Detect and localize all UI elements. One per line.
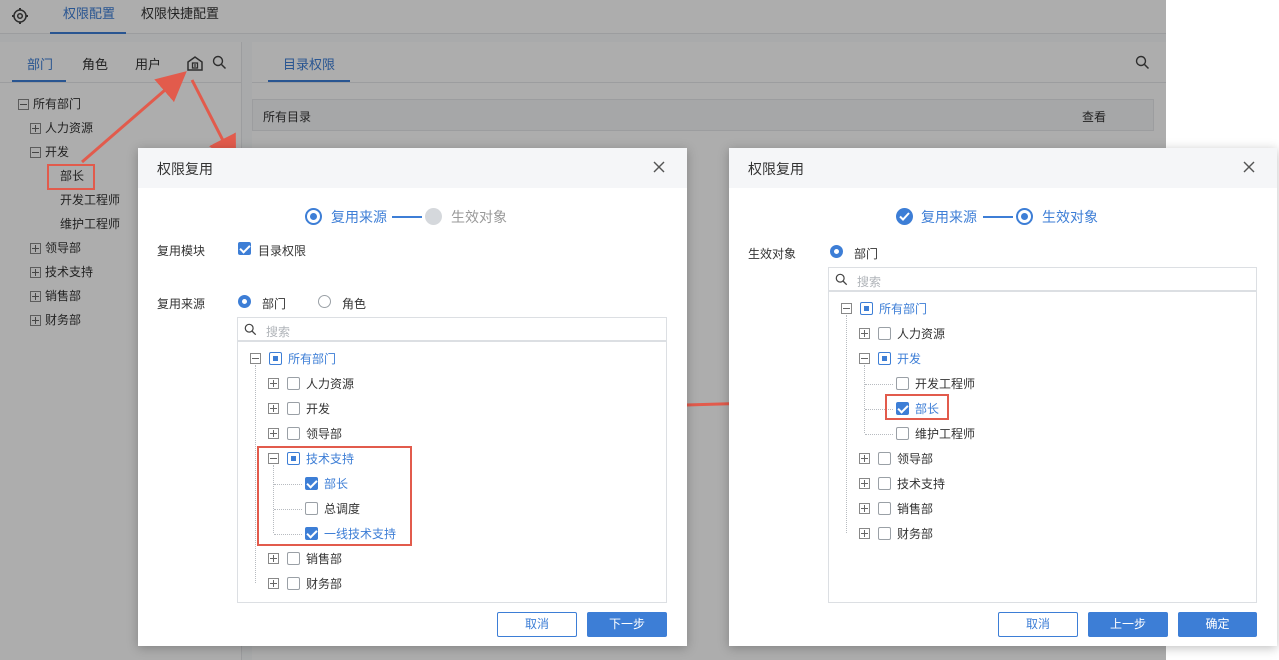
tree-checkbox[interactable] <box>287 427 300 440</box>
radio-department[interactable] <box>238 295 251 308</box>
tree-item-label[interactable]: 开发 <box>306 399 330 419</box>
confirm-button[interactable]: 确定 <box>1178 612 1257 637</box>
step-target-dot <box>425 208 442 225</box>
step-source-dot <box>305 208 322 225</box>
search-icon <box>244 323 257 336</box>
tree-item-label[interactable]: 人力资源 <box>897 324 945 344</box>
expand-icon[interactable] <box>859 328 870 339</box>
expand-icon[interactable] <box>268 403 279 414</box>
tree-item-label[interactable]: 财务部 <box>897 524 933 544</box>
expand-icon[interactable] <box>268 378 279 389</box>
step-connector <box>983 216 1013 218</box>
dialog-header: 权限复用 <box>729 148 1277 188</box>
expand-icon[interactable] <box>859 453 870 464</box>
close-icon[interactable] <box>1242 160 1256 174</box>
tree-guide <box>865 384 893 385</box>
next-step-button[interactable]: 下一步 <box>587 612 667 637</box>
tree-item-label[interactable]: 开发工程师 <box>915 374 975 394</box>
tree-checkbox[interactable] <box>287 577 300 590</box>
tree-root-label[interactable]: 所有部门 <box>879 299 927 319</box>
tree-checkbox[interactable] <box>287 402 300 415</box>
tree-guide <box>255 365 256 583</box>
dialog-title: 权限复用 <box>157 162 213 178</box>
check-icon <box>899 212 910 221</box>
tree-checkbox[interactable] <box>878 352 891 365</box>
radio-department-label: 部门 <box>262 297 287 311</box>
expand-icon[interactable] <box>268 578 279 589</box>
search-placeholder: 搜索 <box>857 275 882 289</box>
dialog-title: 权限复用 <box>748 162 804 178</box>
target-label: 生效对象 <box>748 247 797 261</box>
directory-permission-label: 目录权限 <box>258 244 307 258</box>
tree-item-label[interactable]: 销售部 <box>897 499 933 519</box>
search-input[interactable]: 搜索 <box>237 317 667 341</box>
tree-checkbox[interactable] <box>878 477 891 490</box>
cancel-button[interactable]: 取消 <box>998 612 1078 637</box>
tree-item-label[interactable]: 维护工程师 <box>915 424 975 444</box>
prev-step-button[interactable]: 上一步 <box>1088 612 1168 637</box>
close-icon[interactable] <box>652 160 666 174</box>
module-label: 复用模块 <box>157 244 206 258</box>
step-source-done-dot <box>896 208 913 225</box>
collapse-icon[interactable] <box>841 303 852 314</box>
dialog-header: 权限复用 <box>138 148 687 188</box>
search-icon <box>835 273 848 286</box>
step-source-label: 复用来源 <box>921 210 977 226</box>
tree-checkbox[interactable] <box>287 552 300 565</box>
expand-icon[interactable] <box>859 528 870 539</box>
tree-checkbox[interactable] <box>269 352 282 365</box>
step-target-dot <box>1016 208 1033 225</box>
radio-department[interactable] <box>830 245 843 258</box>
radio-department-label: 部门 <box>854 247 879 261</box>
search-input[interactable]: 搜索 <box>828 267 1257 291</box>
directory-permission-checkbox[interactable] <box>238 242 251 255</box>
highlight-box <box>885 394 949 420</box>
tree-checkbox[interactable] <box>896 377 909 390</box>
radio-role-label: 角色 <box>342 297 367 311</box>
step-target-label: 生效对象 <box>451 210 507 226</box>
reuse-dialog-source: 权限复用 复用来源 生效对象 复用模块 目录权限 复用来源 部门 角色 搜索 所… <box>138 148 687 646</box>
source-label: 复用来源 <box>157 297 206 311</box>
tree-checkbox[interactable] <box>878 327 891 340</box>
tree-checkbox[interactable] <box>287 377 300 390</box>
tree-item-label[interactable]: 销售部 <box>306 549 342 569</box>
tree-checkbox[interactable] <box>878 527 891 540</box>
step-target-label: 生效对象 <box>1042 210 1098 226</box>
tree-checkbox[interactable] <box>878 502 891 515</box>
tree-item-label[interactable]: 开发 <box>897 349 921 369</box>
tree-item-label[interactable]: 人力资源 <box>306 374 354 394</box>
tree-checkbox[interactable] <box>860 302 873 315</box>
cancel-button[interactable]: 取消 <box>497 612 577 637</box>
highlight-box <box>257 446 412 546</box>
tree-item-label[interactable]: 技术支持 <box>897 474 945 494</box>
tree-checkbox[interactable] <box>896 427 909 440</box>
expand-icon[interactable] <box>859 503 870 514</box>
expand-icon[interactable] <box>268 553 279 564</box>
step-connector <box>392 216 422 218</box>
tree-guide <box>846 315 847 533</box>
reuse-dialog-target: 权限复用 复用来源 生效对象 生效对象 部门 搜索 所有部门 人力资源 开发 开… <box>729 148 1277 646</box>
step-source-label: 复用来源 <box>331 210 387 226</box>
expand-icon[interactable] <box>268 428 279 439</box>
tree-item-label[interactable]: 领导部 <box>306 424 342 444</box>
tree-checkbox[interactable] <box>878 452 891 465</box>
tree-item-label[interactable]: 领导部 <box>897 449 933 469</box>
tree-item-label[interactable]: 财务部 <box>306 574 342 594</box>
search-placeholder: 搜索 <box>266 325 291 339</box>
tree-guide <box>865 434 893 435</box>
tree-guide <box>864 365 865 433</box>
radio-role[interactable] <box>318 295 331 308</box>
department-tree: 所有部门 人力资源 开发 开发工程师 部长 维护工程师 领导部 技术支持 销售部… <box>828 291 1257 603</box>
collapse-icon[interactable] <box>250 353 261 364</box>
expand-icon[interactable] <box>859 478 870 489</box>
tree-root-label[interactable]: 所有部门 <box>288 349 336 369</box>
collapse-icon[interactable] <box>859 353 870 364</box>
